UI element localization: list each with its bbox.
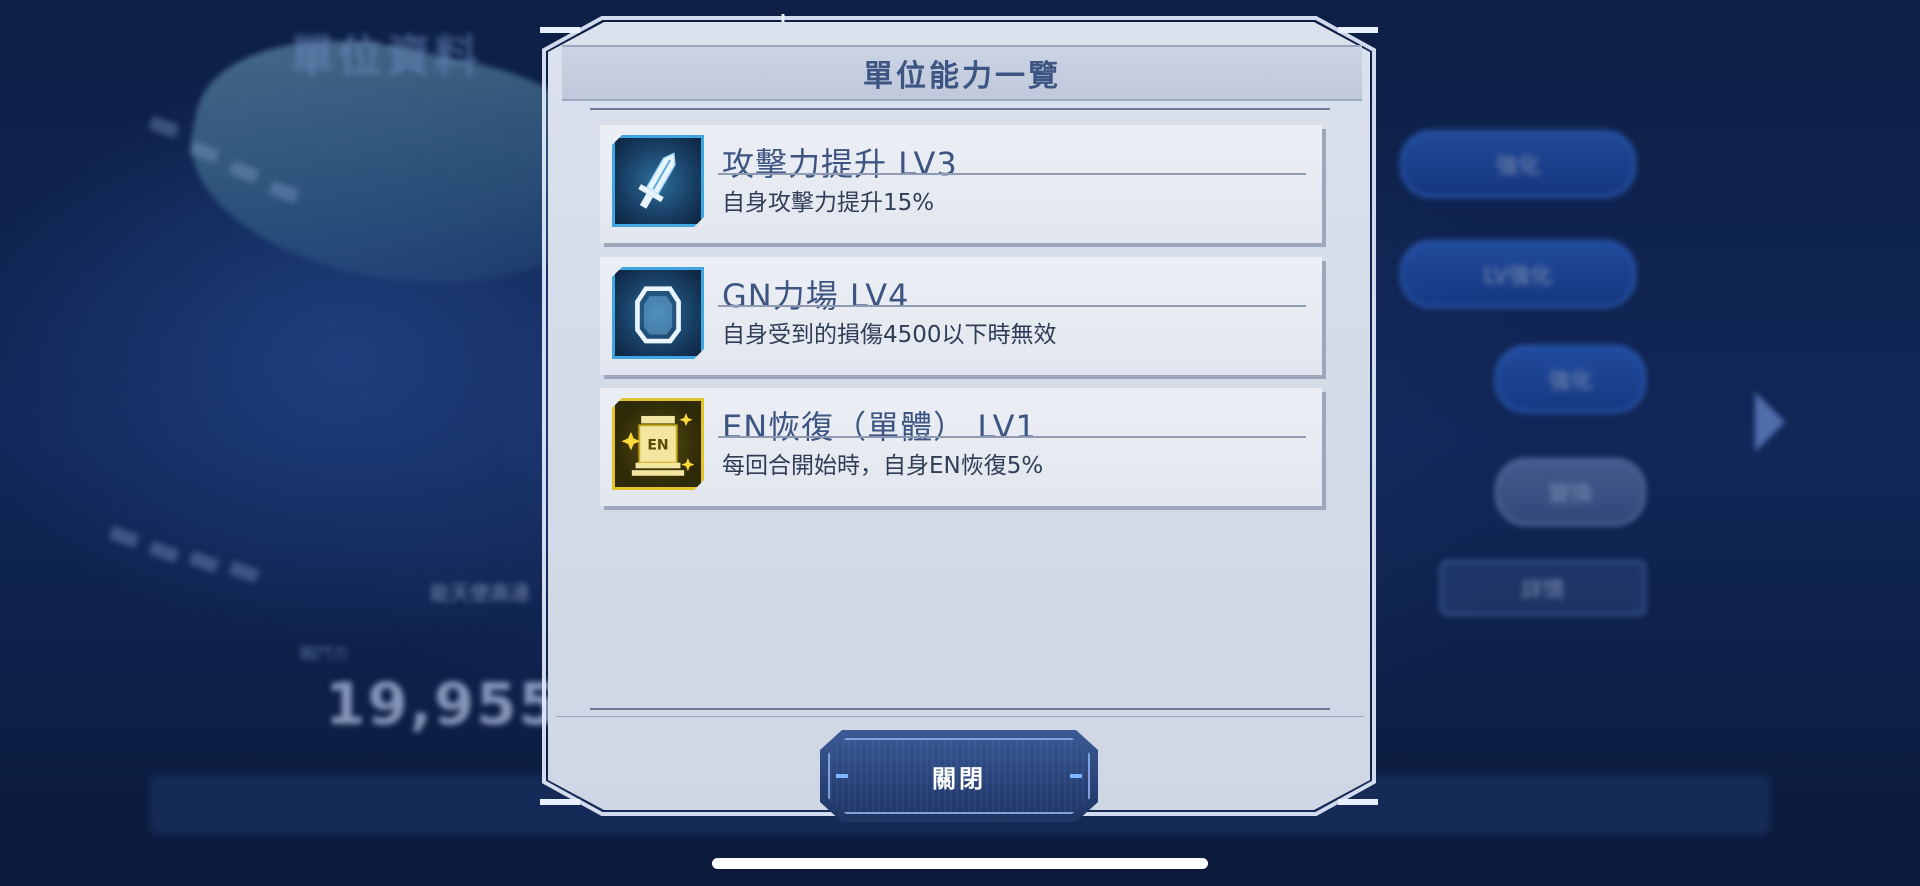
- close-button[interactable]: 關閉: [820, 730, 1098, 822]
- decor-dash: [148, 115, 180, 139]
- ability-name: GN力場 LV4: [722, 277, 910, 315]
- ability-divider: [718, 173, 1306, 175]
- ability-divider: [718, 305, 1306, 307]
- close-button-accent-left: [836, 774, 848, 778]
- background-unit-name: 能天使高達: [430, 581, 530, 605]
- background-enhance-button-2: 強化: [1495, 345, 1646, 413]
- background-power-label: 戰鬥力: [300, 644, 349, 663]
- ability-description: 每回合開始時，自身EN恢復5%: [722, 453, 1044, 479]
- decor-dash: [228, 560, 260, 584]
- sword-icon: [612, 135, 704, 227]
- modal-title: 單位能力一覽: [863, 59, 1061, 94]
- decor-dash: [148, 540, 180, 564]
- ability-name: EN恢復（單體） LV1: [722, 408, 1037, 446]
- decor-dash: [188, 550, 220, 574]
- background-lv-enhance-button: LV強化: [1400, 240, 1636, 308]
- footer-divider: [590, 708, 1330, 710]
- ability-name: 攻擊力提升 LV3: [722, 145, 958, 183]
- en-battery-icon: EN: [612, 398, 704, 490]
- background-transform-button: 變換: [1495, 458, 1646, 526]
- background-screen-title: 單位資料: [290, 31, 482, 82]
- background-detail-button: 詳情: [1440, 560, 1646, 616]
- close-button-accent-right: [1070, 774, 1082, 778]
- footer-divider-thin: [556, 716, 1364, 717]
- ability-description: 自身攻擊力提升15%: [722, 190, 935, 216]
- ability-description: 自身受到的損傷4500以下時無效: [722, 322, 1057, 348]
- background-enhance-button: 強化: [1400, 130, 1636, 198]
- ability-divider: [718, 436, 1306, 438]
- next-arrow-icon: [1755, 392, 1785, 452]
- en-badge-text: EN: [647, 438, 668, 454]
- decor-dash: [108, 525, 140, 549]
- ability-card-en-recovery: EN EN恢復（單體） LV1 每回合開始時，自身EN恢復5%: [600, 388, 1322, 506]
- close-button-label: 關閉: [932, 764, 986, 793]
- ability-card-attack-up: 攻擊力提升 LV3 自身攻擊力提升15%: [600, 125, 1322, 243]
- home-indicator[interactable]: [712, 858, 1208, 869]
- ability-card-gn-field: GN力場 LV4 自身受到的損傷4500以下時無效: [600, 257, 1322, 375]
- background-power-value: 19,955: [325, 670, 561, 738]
- modal-header: 單位能力一覽: [562, 45, 1362, 101]
- shield-icon: [612, 267, 704, 359]
- header-divider: [590, 108, 1330, 110]
